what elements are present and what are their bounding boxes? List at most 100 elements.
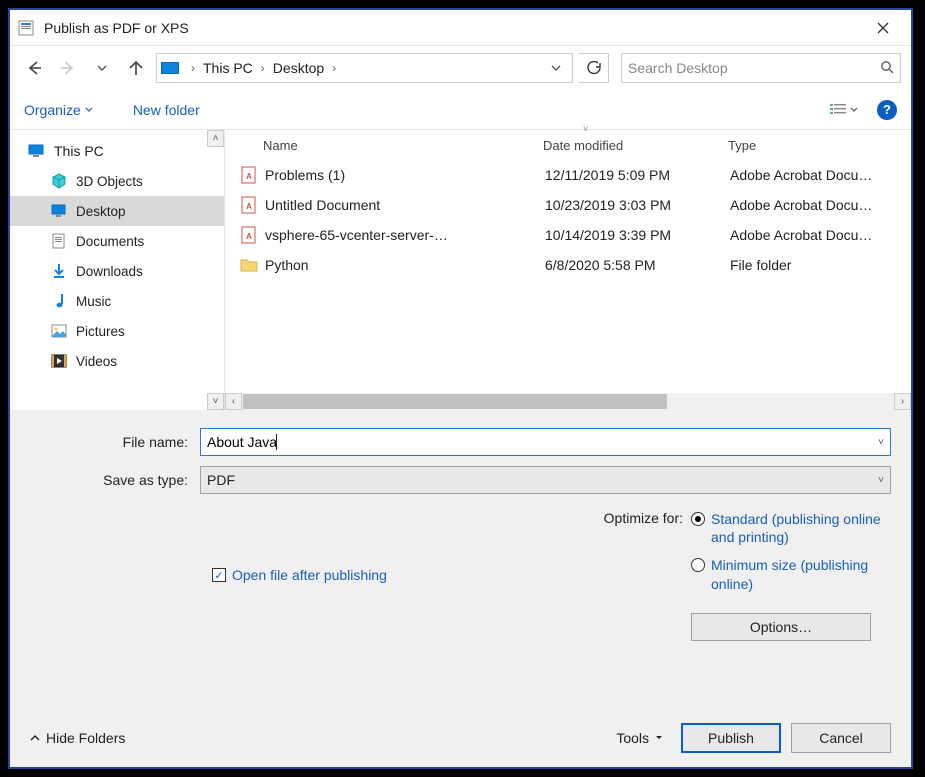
tree-item-label: Pictures [76,324,125,339]
view-mode-button[interactable] [821,97,867,123]
doc-icon [50,232,68,250]
address-bar[interactable]: › This PC › Desktop › [156,53,573,83]
tree-item-documents[interactable]: Documents [10,226,224,256]
options-button[interactable]: Options… [691,613,871,641]
forward-button[interactable] [54,54,82,82]
sort-indicator-icon: ˅ [583,124,588,134]
savetype-label: Save as type: [30,472,200,488]
radio-icon [691,558,705,572]
cube-icon [50,172,68,190]
tree-item-downloads[interactable]: Downloads [10,256,224,286]
scroll-right-icon[interactable]: › [894,393,911,410]
nav-tree: ˄ This PC 3D Objects Desktop Documents Down… [10,130,225,410]
tree-item-label: Videos [76,354,117,369]
file-row[interactable]: AProblems (1)12/11/2019 5:09 PMAdobe Acr… [225,160,911,190]
search-placeholder: Search Desktop [628,60,880,76]
pdf-icon: A [239,225,259,245]
checkbox-icon: ✓ [212,568,226,582]
optimize-minimum-radio[interactable]: Minimum size (publishing online) [691,556,891,592]
pictures-icon [50,322,68,340]
tree-item-label: Downloads [76,264,143,279]
col-name[interactable]: Name [263,138,543,153]
horizontal-scrollbar[interactable]: ‹ › [225,393,911,410]
file-name: Untitled Document [265,197,545,213]
tools-label: Tools [616,730,649,746]
pdf-icon: A [239,195,259,215]
save-panel: File name: About Java ˅ Save as type: PD… [10,410,911,711]
tree-item-label: Documents [76,234,144,249]
explorer-body: ˄ This PC 3D Objects Desktop Documents Down… [10,130,911,410]
tree-root-this-pc[interactable]: This PC [10,136,224,166]
col-type[interactable]: Type [728,138,911,153]
tree-item-desktop[interactable]: Desktop [10,196,224,226]
tree-scroll-up[interactable]: ˄ [207,130,224,147]
help-button[interactable]: ? [877,100,897,120]
optimize-standard-label: Standard (publishing online and printing… [711,510,891,546]
up-button[interactable] [122,54,150,82]
chevron-right-icon: › [257,61,269,75]
open-after-publish-checkbox[interactable]: ✓ Open file after publishing [212,510,387,641]
savetype-value: PDF [207,472,235,488]
file-name: Problems (1) [265,167,545,183]
window-title: Publish as PDF or XPS [44,20,863,36]
chevron-up-icon [30,733,40,743]
chevron-down-icon[interactable]: ˅ [878,475,884,486]
col-date-label: Date modified [543,138,623,153]
column-headers: Name ˅ Date modified Type [225,130,911,160]
new-folder-button[interactable]: New folder [133,102,200,118]
toolbar: Organize New folder ? [10,90,911,130]
cancel-button[interactable]: Cancel [791,723,891,753]
file-row[interactable]: AUntitled Document10/23/2019 3:03 PMAdob… [225,190,911,220]
tree-item-music[interactable]: Music [10,286,224,316]
organize-label: Organize [24,102,81,118]
search-input[interactable]: Search Desktop [621,53,901,83]
file-type: Adobe Acrobat Docu… [730,197,911,213]
monitor-icon [28,142,46,160]
file-list: Name ˅ Date modified Type AProblems (1)1… [225,130,911,410]
back-button[interactable] [20,54,48,82]
titlebar: Publish as PDF or XPS [10,10,911,46]
open-after-publish-label: Open file after publishing [232,567,387,583]
nav-row: › This PC › Desktop › Search Desktop [10,46,911,90]
tree-label: This PC [54,143,104,159]
tree-item-videos[interactable]: Videos [10,346,224,376]
tree-item-pictures[interactable]: Pictures [10,316,224,346]
folder-icon [239,255,259,275]
close-button[interactable] [863,14,903,42]
svg-text:A: A [246,172,252,181]
crumb-this-pc[interactable]: This PC [199,60,257,76]
filename-input[interactable]: About Java ˅ [200,428,891,456]
download-icon [50,262,68,280]
publish-button[interactable]: Publish [681,723,781,753]
scroll-left-icon[interactable]: ‹ [225,393,242,410]
music-icon [50,292,68,310]
file-row[interactable]: Python6/8/2020 5:58 PMFile folder [225,250,911,280]
refresh-button[interactable] [579,53,609,83]
address-dropdown[interactable] [544,56,568,80]
chevron-right-icon: › [187,61,199,75]
hide-folders-toggle[interactable]: Hide Folders [30,730,125,746]
savetype-dropdown[interactable]: PDF ˅ [200,466,891,494]
scroll-track[interactable] [242,393,894,410]
chevron-down-icon[interactable]: ˅ [878,437,884,448]
crumb-desktop[interactable]: Desktop [269,60,328,76]
optimize-standard-radio[interactable]: Standard (publishing online and printing… [691,510,891,546]
filename-label: File name: [30,434,200,450]
organize-menu[interactable]: Organize [24,102,93,118]
tree-scroll-down[interactable]: ˅ [207,393,224,410]
file-name: vsphere-65-vcenter-server-… [265,227,545,243]
tree-item-3d-objects[interactable]: 3D Objects [10,166,224,196]
this-pc-icon [161,62,179,74]
tree-item-label: 3D Objects [76,174,143,189]
chevron-down-icon [85,106,93,114]
dialog-window: Publish as PDF or XPS › This PC › Deskto… [8,8,913,769]
col-date[interactable]: ˅ Date modified [543,138,728,153]
file-type: File folder [730,257,911,273]
tools-menu[interactable]: Tools [616,730,663,746]
recent-dropdown[interactable] [88,54,116,82]
radio-icon [691,512,705,526]
app-icon [18,19,36,37]
chevron-right-icon: › [328,61,340,75]
scroll-thumb[interactable] [243,394,667,409]
file-row[interactable]: Avsphere-65-vcenter-server-…10/14/2019 3… [225,220,911,250]
